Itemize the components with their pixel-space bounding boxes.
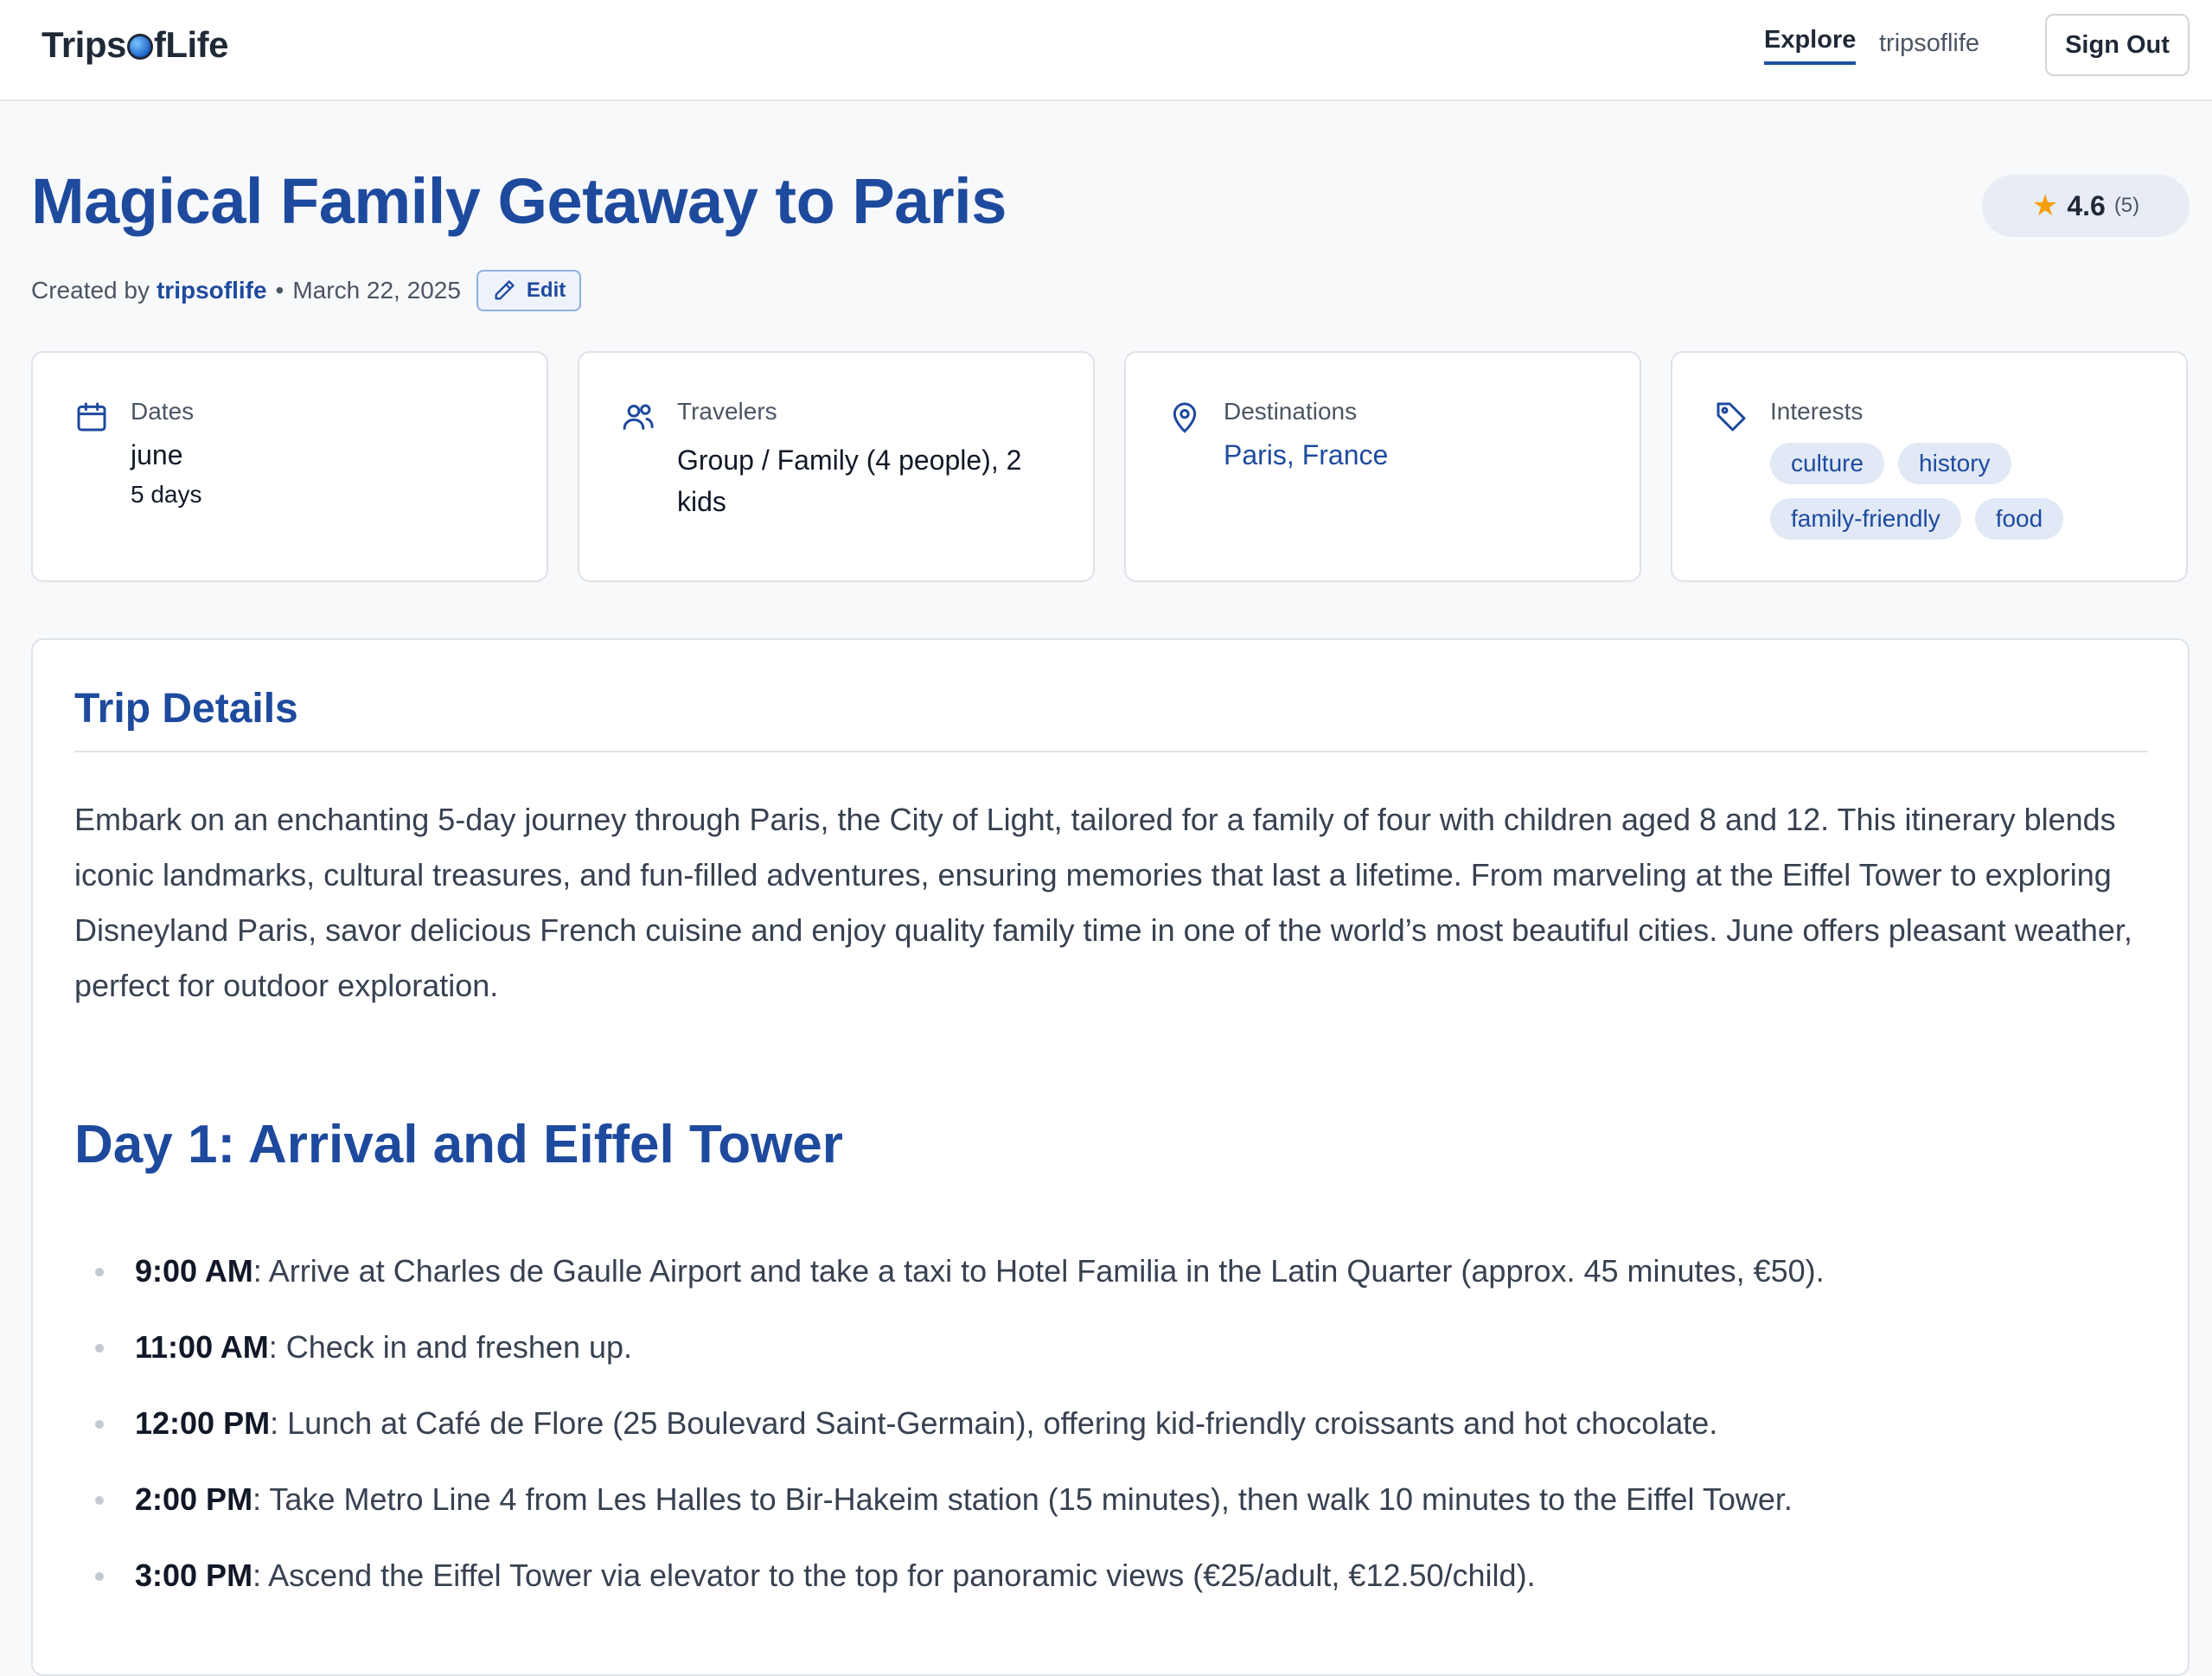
schedule-text: : Ascend the Eiffel Tower via elevator t… bbox=[253, 1558, 1536, 1593]
logo-text-start: Trips bbox=[42, 24, 126, 65]
star-icon: ★ bbox=[2031, 189, 2059, 222]
rating-count: (5) bbox=[2113, 194, 2140, 217]
interest-tag[interactable]: food bbox=[1974, 498, 2064, 540]
trip-details-panel: Trip Details Embark on an enchanting 5-d… bbox=[31, 638, 2190, 1676]
interests-label: Interests bbox=[1770, 398, 1864, 425]
calendar-icon bbox=[77, 402, 106, 432]
top-nav-bar: Trips fLife Explore tripsoflife Sign Out bbox=[0, 0, 2212, 101]
meta-separator: • bbox=[275, 277, 284, 304]
nav-user-link[interactable]: tripsoflife bbox=[1879, 29, 1979, 58]
rating-badge: ★ 4.6 (5) bbox=[1982, 175, 2190, 237]
destinations-label: Destinations bbox=[1224, 398, 1358, 425]
schedule-time: 11:00 AM bbox=[135, 1329, 269, 1365]
schedule-time: 2:00 PM bbox=[135, 1481, 253, 1517]
edit-button[interactable]: Edit bbox=[476, 270, 582, 311]
interest-tag[interactable]: culture bbox=[1770, 443, 1885, 484]
page-title: Magical Family Getaway to Paris bbox=[31, 165, 1007, 237]
created-date: March 22, 2025 bbox=[292, 277, 461, 304]
logo-text-end: fLife bbox=[153, 24, 229, 65]
interest-tags: culture history family-friendly food bbox=[1770, 443, 2159, 540]
schedule-item: 11:00 AM: Check in and freshen up. bbox=[74, 1309, 2150, 1385]
destinations-card: Destinations Paris, France bbox=[1124, 351, 1641, 582]
schedule-item: 3:00 PM: Ascend the Eiffel Tower via ele… bbox=[74, 1538, 2150, 1614]
created-by-label: Created by bbox=[31, 277, 150, 304]
schedule-item: 9:00 AM: Arrive at Charles de Gaulle Air… bbox=[74, 1233, 2150, 1309]
travelers-card: Travelers Group / Family (4 people), 2 k… bbox=[578, 351, 1095, 582]
schedule-text: : Take Metro Line 4 from Les Halles to B… bbox=[253, 1481, 1793, 1517]
interest-tag[interactable]: family-friendly bbox=[1770, 498, 1961, 540]
tag-icon bbox=[1717, 402, 1746, 432]
author-link[interactable]: tripsoflife bbox=[157, 277, 267, 304]
pencil-icon bbox=[495, 280, 515, 300]
schedule-text: : Lunch at Café de Flore (25 Boulevard S… bbox=[270, 1405, 1718, 1441]
map-pin-icon bbox=[1173, 402, 1197, 433]
interest-tag[interactable]: history bbox=[1898, 443, 2011, 484]
destination-link[interactable]: Paris, France bbox=[1224, 439, 1388, 471]
globe-icon bbox=[126, 34, 153, 60]
schedule-time: 3:00 PM bbox=[135, 1558, 253, 1593]
schedule-item: 12:00 PM: Lunch at Café de Flore (25 Bou… bbox=[74, 1385, 2150, 1462]
schedule-text: : Arrive at Charles de Gaulle Airport an… bbox=[253, 1253, 1825, 1289]
divider bbox=[74, 751, 2148, 752]
travelers-value: Group / Family (4 people), 2 kids bbox=[677, 445, 1022, 517]
logo[interactable]: Trips fLife bbox=[42, 24, 229, 66]
schedule-item: 2:00 PM: Take Metro Line 4 from Les Hall… bbox=[74, 1462, 2150, 1538]
day-schedule: 9:00 AM: Arrive at Charles de Gaulle Air… bbox=[74, 1233, 2150, 1614]
users-icon bbox=[623, 404, 654, 430]
dates-value: june bbox=[131, 439, 183, 470]
travelers-label: Travelers bbox=[677, 398, 777, 425]
trip-description: Embark on an enchanting 5-day journey th… bbox=[74, 802, 2132, 1003]
schedule-text: : Check in and freshen up. bbox=[268, 1329, 633, 1365]
trip-details-heading: Trip Details bbox=[74, 686, 298, 732]
interests-card: Interests culture history family-friendl… bbox=[1671, 351, 2188, 582]
day-heading: Day 1: Arrival and Eiffel Tower bbox=[74, 1115, 843, 1174]
dates-duration: 5 days bbox=[131, 481, 202, 508]
trip-meta: Created by tripsoflife • March 22, 2025 … bbox=[31, 270, 582, 311]
rating-value: 4.6 bbox=[2067, 189, 2106, 221]
dates-label: Dates bbox=[131, 398, 195, 425]
dates-card: Dates june 5 days bbox=[31, 351, 548, 582]
sign-out-button[interactable]: Sign Out bbox=[2045, 14, 2190, 76]
schedule-time: 12:00 PM bbox=[135, 1405, 271, 1441]
edit-label: Edit bbox=[526, 278, 566, 302]
nav-explore-link[interactable]: Explore bbox=[1764, 26, 1857, 65]
schedule-time: 9:00 AM bbox=[135, 1253, 253, 1289]
